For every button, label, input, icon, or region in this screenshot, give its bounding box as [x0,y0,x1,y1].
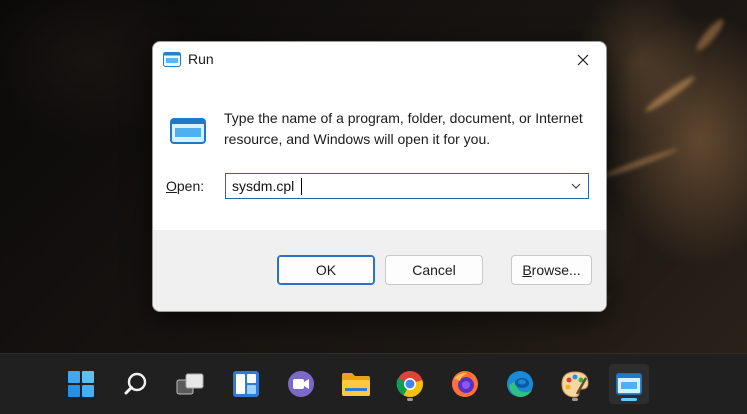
edge-icon [507,371,533,397]
run-icon [170,118,206,144]
browse-button[interactable]: Browse... [511,255,592,285]
close-button[interactable] [560,42,606,78]
wallpaper-highlight [693,16,727,54]
firefox-icon [452,371,478,397]
open-label-text: pen: [176,178,205,194]
text-caret [301,178,302,195]
paint-icon [561,371,589,398]
taskbar-chat-button[interactable] [281,364,321,404]
browse-label: rowse... [531,262,581,278]
taskbar-edge-button[interactable] [500,364,540,404]
taskbar-chrome-button[interactable] [390,364,430,404]
dialog-description: Type the name of a program, folder, docu… [224,110,583,147]
running-indicator [572,398,578,401]
taskbar-paint-button[interactable] [555,364,595,404]
chrome-icon [396,371,423,398]
task-view-icon [176,373,204,395]
taskbar-firefox-button[interactable] [445,364,485,404]
file-explorer-icon [342,373,370,396]
widgets-icon [233,371,259,397]
open-label: Open: [166,178,204,194]
open-combobox[interactable]: sysdm.cpl [225,173,589,199]
run-dialog: Run Type the name of a program, folder, … [152,41,607,312]
taskbar-widgets-button[interactable] [226,364,266,404]
open-input[interactable]: sysdm.cpl [232,178,294,194]
wallpaper-highlight [601,146,679,180]
dropdown-button[interactable] [567,177,585,195]
close-icon [577,54,589,66]
button-bar: OK Cancel Browse... [153,230,606,311]
taskbar-search-button[interactable] [116,364,156,404]
wallpaper-highlight [643,73,697,115]
ok-button[interactable]: OK [277,255,375,285]
cancel-button[interactable]: Cancel [385,255,483,285]
taskbar-task-view-button[interactable] [170,364,210,404]
running-indicator [407,398,413,401]
run-icon [616,373,642,395]
browse-access-key: B [522,262,532,278]
windows-start-icon [68,371,94,397]
open-label-access-key: O [166,178,177,194]
chevron-down-icon [571,183,581,189]
taskbar-run-button[interactable] [609,364,649,404]
search-icon [124,372,147,395]
dialog-title: Run [188,51,214,67]
taskbar [0,353,747,414]
title-bar[interactable]: Run [153,42,606,78]
teams-chat-icon [288,371,314,397]
active-indicator [621,398,637,401]
taskbar-file-explorer-button[interactable] [336,364,376,404]
taskbar-start-button[interactable] [61,364,101,404]
run-icon [163,52,181,67]
